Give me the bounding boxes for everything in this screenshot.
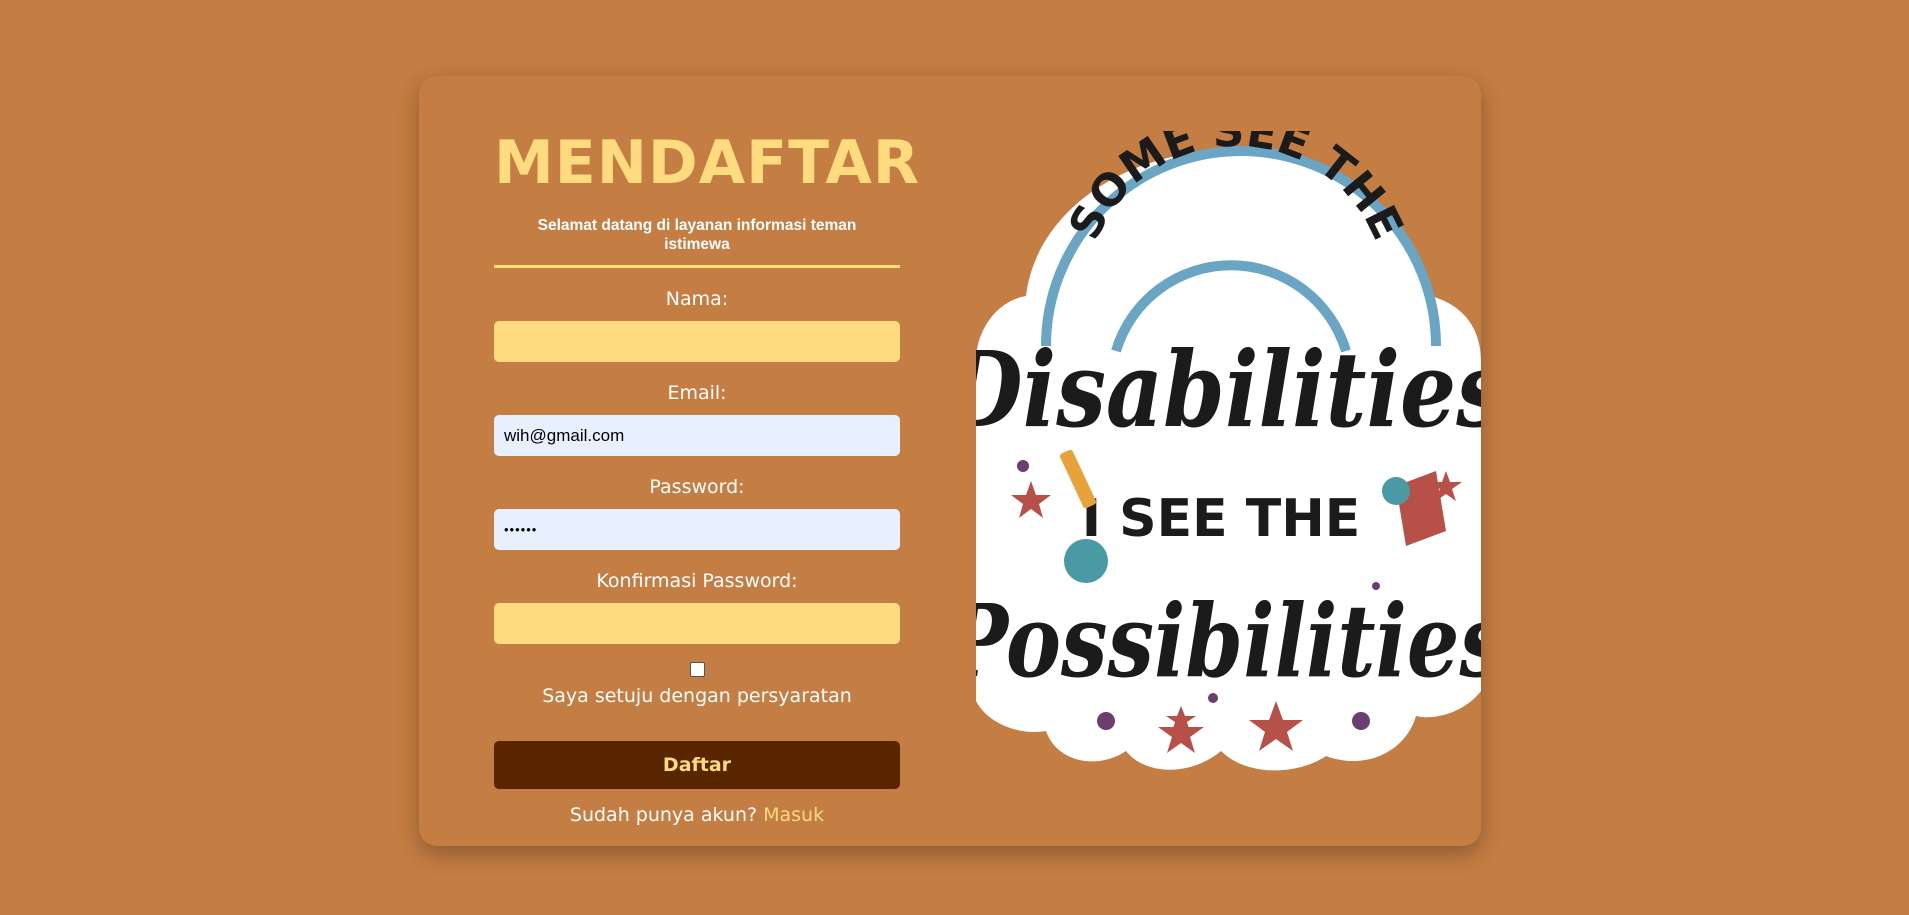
divider [494, 265, 900, 268]
password-field[interactable]: •••••• [494, 509, 900, 550]
register-button[interactable]: Daftar [494, 741, 900, 789]
login-prompt: Sudah punya akun? Masuk [494, 803, 900, 827]
agree-checkbox[interactable] [689, 662, 705, 677]
sticker-line-2: Disabilities [976, 328, 1481, 451]
dot-icon [1208, 693, 1218, 703]
confirm-password-field[interactable] [494, 603, 900, 644]
login-prompt-text: Sudah punya akun? [569, 804, 764, 826]
agree-label: Saya setuju dengan persyaratan [542, 685, 852, 707]
signup-form: MENDAFTAR Selamat datang di layanan info… [494, 76, 921, 827]
email-label: Email: [667, 382, 727, 404]
confirm-password-label: Konfirmasi Password: [596, 570, 798, 592]
disability-sticker-image: SOME SEE THE Disabilities I SEE THE Poss… [976, 131, 1481, 771]
welcome-subtitle: Selamat datang di layanan informasi tema… [537, 217, 857, 253]
page-title: MENDAFTAR [494, 128, 921, 198]
dot-icon [1017, 460, 1029, 472]
email-field[interactable]: wih@gmail.com [494, 415, 900, 456]
dot-icon [1372, 582, 1380, 590]
dot-icon [1097, 712, 1115, 730]
login-link[interactable]: Masuk [763, 804, 824, 826]
dot-icon [1352, 712, 1370, 730]
name-field[interactable] [494, 321, 900, 362]
sticker-line-4: Possibilities [976, 582, 1481, 700]
sticker-line-3: I SEE THE [1082, 489, 1361, 549]
name-label: Nama: [665, 288, 729, 310]
heart-hands-icon [1382, 477, 1410, 505]
signup-card: MENDAFTAR Selamat datang di layanan info… [419, 76, 1481, 846]
password-label: Password: [649, 476, 745, 498]
hands-circle-icon [1064, 539, 1108, 583]
